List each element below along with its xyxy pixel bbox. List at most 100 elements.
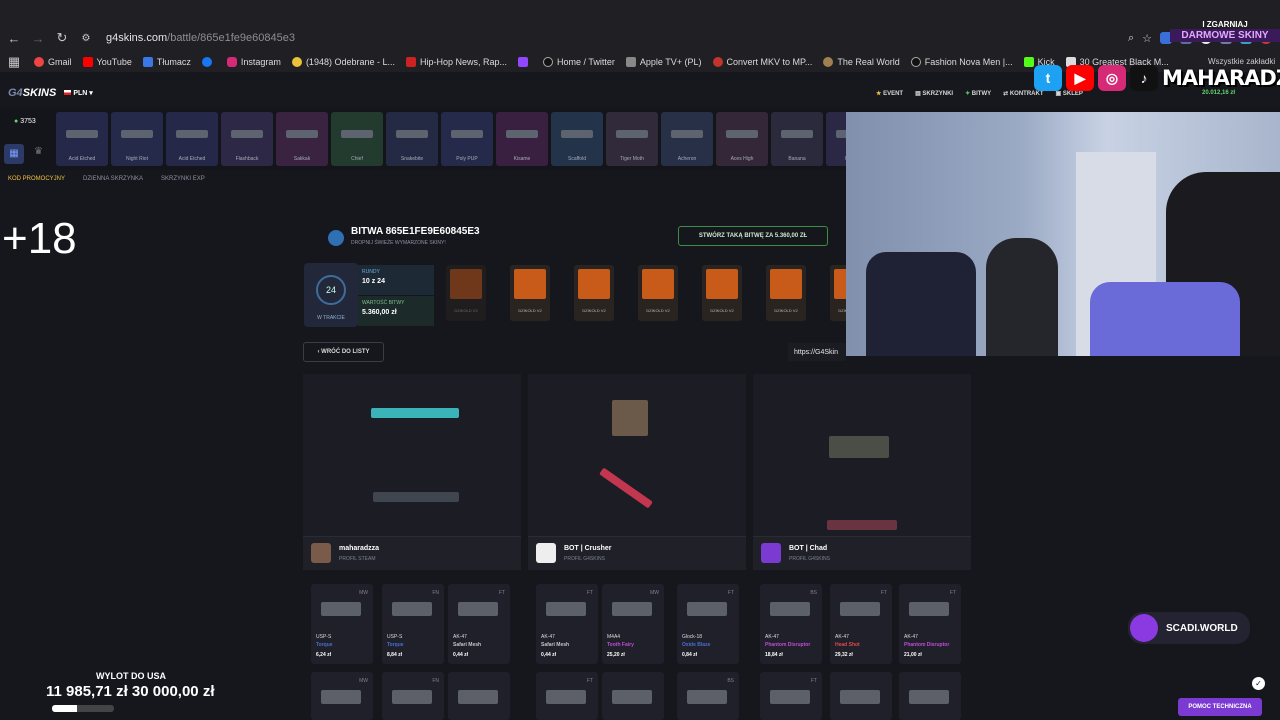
bookmark-appletv[interactable]: Apple TV+ (PL)	[625, 57, 702, 67]
instagram-icon: ◎	[1098, 65, 1126, 91]
grid-view-icon[interactable]: ▦	[4, 144, 24, 164]
drop-item[interactable]: FT AK-47 Head Shot 29,32 zł	[830, 584, 892, 664]
drop-item[interactable]: MW	[311, 672, 373, 720]
back-arrow-icon[interactable]: ←	[2, 31, 26, 46]
case-item[interactable]: Poly PUP	[441, 112, 493, 166]
bookmark-odebrane[interactable]: (1948) Odebrane - L...	[291, 57, 395, 67]
player-info[interactable]: BOT | Chad PROFIL G4SKINS	[753, 536, 971, 570]
level-badge: ● 3753	[14, 118, 36, 125]
bookmark-twitter[interactable]: Home / Twitter	[543, 57, 615, 67]
case-item[interactable]: Sakkak	[276, 112, 328, 166]
drop-item[interactable]: FT AK-47 Phantom Disruptor 21,00 zł	[899, 584, 961, 664]
drop-item[interactable]: FT Glock-18 Oxide Blaze 0,84 zł	[677, 584, 739, 664]
bookmark-youtube[interactable]: YouTube	[82, 57, 132, 67]
rounds-value: 10 z 24	[362, 278, 385, 285]
back-to-list-button[interactable]: ‹ WRÓĆ DO LISTY	[303, 342, 384, 362]
case-label: Banana	[788, 156, 806, 162]
drop-item[interactable]	[830, 672, 892, 720]
drop-item[interactable]	[448, 672, 510, 720]
avatar	[761, 543, 781, 563]
reload-icon[interactable]: ↻	[50, 30, 74, 46]
drop-item[interactable]: FT	[536, 672, 598, 720]
case-item[interactable]: Acheron	[661, 112, 713, 166]
wear-label: FT	[586, 678, 593, 684]
nav-label: EVENT	[883, 90, 904, 97]
nav-event[interactable]: ★ EVENT	[876, 90, 903, 97]
wear-label: FT	[586, 590, 593, 596]
case-item[interactable]: Night Riot	[111, 112, 163, 166]
battle-subtitle: DROPNIJ ŚWIEŻE WYMARZONE SKINY!	[351, 240, 446, 246]
bookmark-convert[interactable]: Convert MKV to MP...	[712, 57, 812, 67]
bookmark-twitch[interactable]	[518, 57, 532, 67]
weapon-image	[829, 436, 889, 458]
case-item[interactable]: Flashback	[221, 112, 273, 166]
weapon-image	[392, 602, 432, 616]
promo-code-link[interactable]: KOD PROMOCYJNY	[8, 176, 65, 190]
drop-item[interactable]: FN	[382, 672, 444, 720]
bookmark-fashionnova[interactable]: Fashion Nova Men |...	[910, 57, 1013, 67]
support-button[interactable]: POMOC TECHNICZNA	[1178, 698, 1262, 716]
battle-link-field[interactable]: https://G4Skin	[788, 343, 846, 361]
slot-label: DZIKOLD V2	[582, 308, 606, 313]
case-label: Tiger Moth	[620, 156, 644, 162]
exp-cases-link[interactable]: SKRZYNKI EXP	[161, 176, 205, 190]
zoom-icon[interactable]: ⌕	[1128, 32, 1134, 45]
case-item[interactable]: Acid Etched	[56, 112, 108, 166]
site-logo[interactable]: G4SKINS	[8, 87, 56, 99]
case-item[interactable]: Kisame	[496, 112, 548, 166]
drop-item[interactable]: BS	[677, 672, 739, 720]
case-item[interactable]: Banana	[771, 112, 823, 166]
case-item[interactable]: Chief	[331, 112, 383, 166]
case-item[interactable]: Snakebite	[386, 112, 438, 166]
drop-item[interactable]: BS AK-47 Phantom Disruptor 18,84 zł	[760, 584, 822, 664]
drop-item[interactable]: MW M4A4 Tooth Fairy 25,20 zł	[602, 584, 664, 664]
case-item[interactable]: Scaffold	[551, 112, 603, 166]
bookmark-translate[interactable]: Tłumacz	[142, 57, 191, 67]
nav-cases[interactable]: ▤ SKRZYNKI	[915, 90, 953, 97]
item-price: 8,84 zł	[387, 652, 403, 658]
bookmark-facebook[interactable]	[201, 57, 216, 67]
item-price: 29,32 zł	[835, 652, 853, 658]
create-battle-button[interactable]: STWÓRZ TAKĄ BITWĘ ZA 5.360,00 ZŁ	[678, 226, 828, 246]
youtube-icon: ▶	[1066, 65, 1094, 91]
weapon-image	[66, 130, 98, 138]
case-item[interactable]: Acid Etched	[166, 112, 218, 166]
nav-battles[interactable]: ✦ BITWY	[965, 90, 991, 97]
drop-item[interactable]: MW USP-S Torque 6,24 zł	[311, 584, 373, 664]
url-bar[interactable]: g4skins.com/battle/865e1fe9e60845e3	[106, 32, 295, 44]
case-label: Flashback	[235, 156, 259, 162]
bookmark-hiphop[interactable]: Hip-Hop News, Rap...	[406, 57, 507, 67]
bookmark-realworld[interactable]: The Real World	[823, 57, 900, 67]
apps-grid-icon[interactable]: ▦	[2, 54, 26, 70]
daily-case-link[interactable]: DZIENNA SKRZYNKA	[83, 176, 143, 190]
player-info[interactable]: BOT | Crusher PROFIL G4SKINS	[528, 536, 746, 570]
bookmark-gmail[interactable]: Gmail	[34, 57, 72, 67]
player-profile-link[interactable]: PROFIL G4SKINS	[789, 556, 830, 562]
player-info[interactable]: maharadzza PROFIL STEAM	[303, 536, 521, 570]
item-skin: Head Shot	[835, 642, 860, 648]
player-profile-link[interactable]: PROFIL G4SKINS	[564, 556, 605, 562]
drop-item[interactable]: FT	[760, 672, 822, 720]
drop-item[interactable]: FT AK-47 Safari Mesh 0,44 zł	[448, 584, 510, 664]
drop-item[interactable]	[899, 672, 961, 720]
drop-item[interactable]: FN USP-S Torque 8,84 zł	[382, 584, 444, 664]
webcam-person	[986, 238, 1058, 356]
crown-icon[interactable]: ♛	[34, 146, 43, 157]
case-item[interactable]: Tiger Moth	[606, 112, 658, 166]
item-weapon: Glock-18	[682, 634, 703, 640]
chat-icon[interactable]: ✓	[1252, 677, 1265, 690]
case-item[interactable]: Aces High	[716, 112, 768, 166]
drop-item[interactable]	[602, 672, 664, 720]
item-skin: Safari Mesh	[541, 642, 570, 648]
site-info-icon[interactable]: ⚙	[74, 33, 98, 44]
star-icon[interactable]: ☆	[1142, 32, 1152, 45]
bookmark-instagram[interactable]: Instagram	[226, 57, 281, 67]
donation-goal-bar	[52, 705, 114, 712]
forward-arrow-icon[interactable]: →	[26, 31, 50, 46]
webcam-overlay	[846, 112, 1280, 356]
currency-selector[interactable]: PLN ▾	[64, 89, 93, 97]
drop-item[interactable]: FT AK-47 Safari Mesh 0,44 zł	[536, 584, 598, 664]
item-price: 25,20 zł	[607, 652, 625, 658]
item-skin: Torque	[387, 642, 404, 648]
player-profile-link[interactable]: PROFIL STEAM	[339, 556, 376, 562]
